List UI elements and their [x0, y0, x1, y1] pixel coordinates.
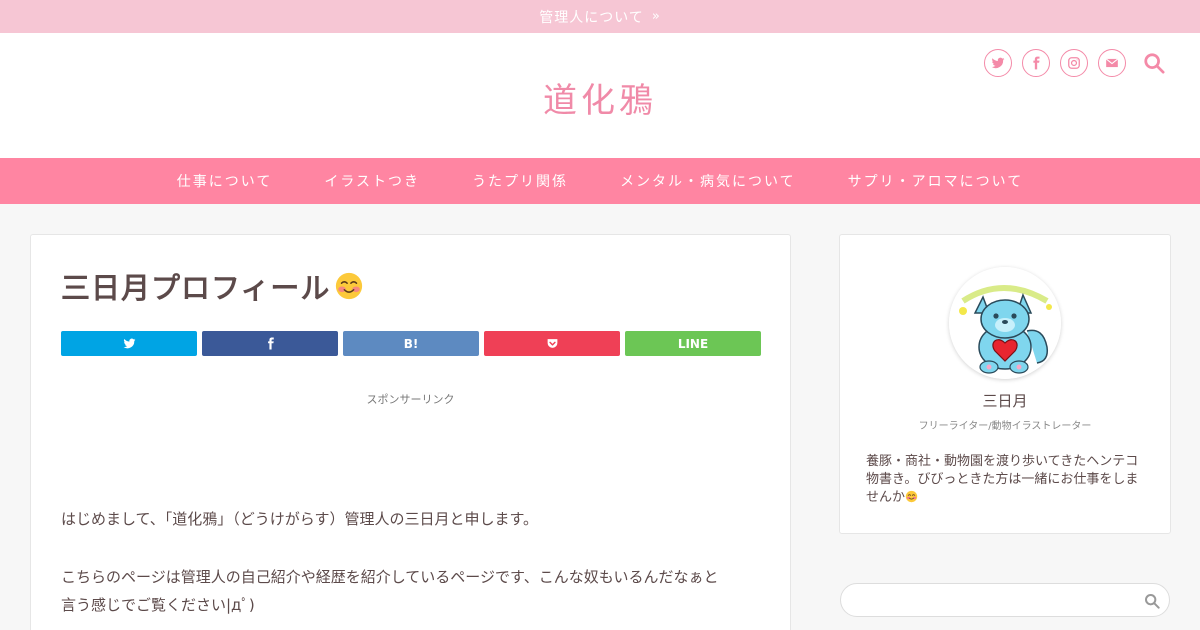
twitter-icon	[123, 338, 135, 349]
line-label: LINE	[677, 336, 709, 351]
about-admin-link[interactable]: 管理人について	[539, 7, 644, 27]
nav-item-supplements-aroma[interactable]: サプリ・アロマについて	[848, 171, 1024, 191]
sidebar-search	[840, 583, 1170, 617]
facebook-icon[interactable]	[1022, 49, 1050, 77]
article-card: 三日月プロフィール B! LINE スポンサーリンク はじめまして、「道化鴉」（…	[30, 234, 791, 630]
profile-bio: 養豚・商社・動物園を渡り歩いてきたヘンテコ物書き。びびっときた方は一緒にお仕事を…	[866, 453, 1146, 507]
site-header: 道化鴉	[0, 33, 1200, 158]
share-buttons: B! LINE	[61, 331, 761, 356]
pocket-icon	[547, 339, 557, 348]
search-icon[interactable]	[1140, 49, 1168, 77]
search-icon[interactable]	[1144, 593, 1160, 609]
top-announcement-bar[interactable]: 管理人について »	[0, 0, 1200, 33]
description-paragraph-line1: こちらのページは管理人の自己紹介や経歴を紹介しているページです、こんな奴もいるん…	[61, 568, 719, 586]
share-pocket-button[interactable]	[484, 331, 620, 356]
sidebar-search-input[interactable]	[855, 590, 1135, 610]
description-paragraph-line2: 言う感じでご覧ください|дﾟ)	[61, 596, 255, 614]
site-title[interactable]: 道化鴉	[0, 73, 1200, 122]
main-navigation: 仕事について イラストつき うたプリ関係 メンタル・病気について サプリ・アロマ…	[0, 158, 1200, 204]
hatena-label: B!	[403, 336, 419, 351]
facebook-icon	[267, 337, 274, 350]
nav-item-mental-health[interactable]: メンタル・病気について	[620, 171, 796, 191]
social-links	[984, 49, 1168, 77]
nav-item-utapri[interactable]: うたプリ関係	[472, 171, 568, 191]
mail-icon[interactable]	[1098, 49, 1126, 77]
smiling-face-emoji-icon	[336, 272, 363, 300]
share-facebook-button[interactable]	[202, 331, 338, 356]
instagram-icon[interactable]	[1060, 49, 1088, 77]
share-line-button[interactable]: LINE	[625, 331, 761, 356]
smiling-face-emoji-icon	[905, 490, 918, 503]
intro-paragraph: はじめまして、「道化鴉」（どうけがらす）管理人の三日月と申します。	[61, 510, 539, 528]
nav-item-illustration[interactable]: イラストつき	[324, 171, 420, 191]
share-hatena-button[interactable]: B!	[343, 331, 479, 356]
profile-role: フリーライター/動物イラストレーター	[918, 421, 1092, 432]
chevron-right-icon: »	[651, 9, 661, 24]
sponsored-link-label: スポンサーリンク	[366, 393, 455, 406]
wolf-illustration-icon	[949, 267, 1061, 379]
share-twitter-button[interactable]	[61, 331, 197, 356]
avatar[interactable]	[949, 267, 1061, 379]
nav-item-work[interactable]: 仕事について	[177, 171, 273, 191]
article-title-text: 三日月プロフィール	[61, 271, 331, 305]
article-title: 三日月プロフィール	[61, 265, 364, 307]
profile-name: 三日月	[982, 392, 1028, 410]
profile-widget: 三日月 フリーライター/動物イラストレーター 養豚・商社・動物園を渡り歩いてきた…	[839, 234, 1171, 534]
twitter-icon[interactable]	[984, 49, 1012, 77]
